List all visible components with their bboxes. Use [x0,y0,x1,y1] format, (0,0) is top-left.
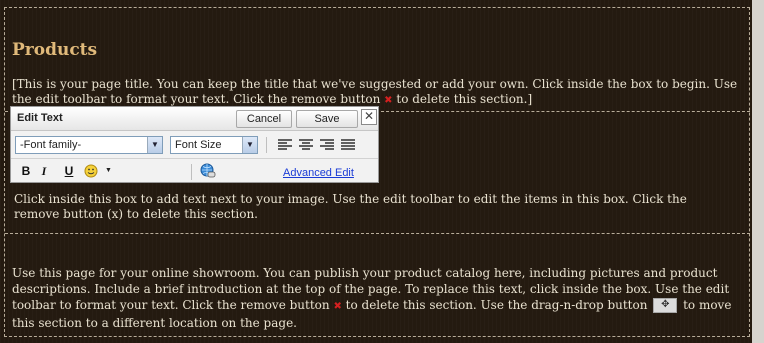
toolbar-separator [191,164,192,180]
showroom-text-part-2: to delete this section. Use the drag-n-d… [341,298,652,312]
align-right-icon[interactable] [318,137,336,153]
align-center-icon[interactable] [297,137,315,153]
insert-link-icon[interactable] [199,163,217,179]
title-description-part-2: to delete this section.] [392,92,533,106]
advanced-edit-link[interactable]: Advanced Edit [283,167,354,179]
title-description-part-1: [This is your page title. You can keep t… [12,77,738,106]
page-title[interactable]: Products [12,40,97,60]
font-family-value: -Font family- [20,139,82,151]
showroom-text-block[interactable]: Use this page for your online showroom. … [12,265,742,331]
font-family-select[interactable]: -Font family- ▼ [15,136,163,154]
close-icon[interactable]: ✕ [361,109,377,125]
italic-button[interactable]: I [37,164,51,179]
font-size-select[interactable]: Font Size ▼ [170,136,258,154]
remove-icon[interactable]: ✖ [333,301,341,312]
font-size-value: Font Size [175,139,222,151]
bold-button[interactable]: B [19,164,33,178]
edit-text-header: Edit Text Cancel Save ✕ [11,107,378,131]
chevron-down-icon: ▼ [242,137,257,153]
title-description-text[interactable]: [This is your page title. You can keep t… [12,77,742,108]
align-left-icon[interactable] [276,137,294,153]
remove-icon[interactable]: ✖ [384,95,392,106]
image-text-block[interactable]: Click inside this box to add text next t… [14,192,734,222]
section-divider [5,233,750,234]
drag-drop-icon[interactable]: ✥ [653,298,678,313]
toolbar-divider [11,158,378,159]
scrollbar[interactable] [752,0,764,343]
edit-text-dialog: Edit Text Cancel Save ✕ -Font family- ▼ … [10,106,379,183]
underline-button[interactable]: U [62,164,76,178]
align-justify-icon[interactable] [339,137,357,153]
chevron-down-icon: ▼ [147,137,162,153]
emoticon-dropdown-icon[interactable]: ▼ [105,167,112,174]
cancel-button[interactable]: Cancel [236,110,292,128]
save-button[interactable]: Save [296,110,358,128]
emoticon-icon[interactable] [83,163,101,179]
toolbar-separator [266,137,267,153]
edit-text-title: Edit Text [17,112,63,124]
